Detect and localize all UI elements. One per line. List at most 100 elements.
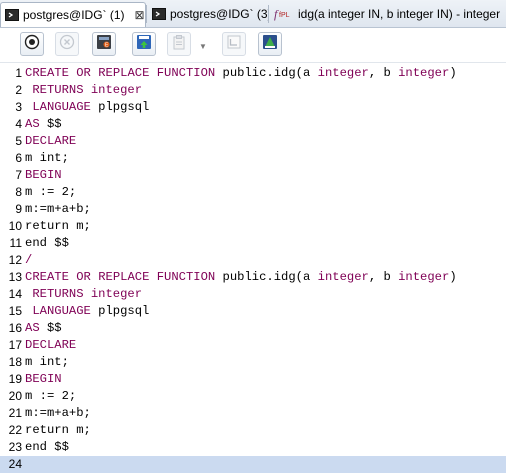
code-text: BEGIN [25,167,62,184]
line-number: 21 [8,406,22,420]
code-line[interactable]: 12/ [0,252,506,269]
code-token: public.idg(a [215,270,318,284]
sql-editor-toolbar: E ▼ [0,28,506,63]
code-text: m:=m+a+b; [25,201,91,218]
code-token: public.idg(a [215,66,318,80]
keyword-token: integer [317,66,369,80]
code-token: ) [449,270,457,284]
format-icon [226,34,242,55]
code-line[interactable]: 16 AS $$ [0,320,506,337]
code-line[interactable]: 8m := 2; [0,184,506,201]
tab-separator [268,5,269,23]
code-line[interactable]: 22 return m; [0,422,506,439]
line-number: 9 [15,202,22,216]
tab-postgres-idg-1[interactable]: postgres@IDG` (1) ⊠ [0,2,146,27]
keyword-token: CREATE [25,66,69,80]
line-number: 13 [8,270,22,284]
code-text: RETURNS integer [25,286,142,303]
code-line[interactable]: 18 m int; [0,354,506,371]
code-line[interactable]: 19 BEGIN [0,371,506,388]
code-text: AS $$ [25,320,62,337]
code-line[interactable]: 4 AS $$ [0,116,506,133]
code-line[interactable]: 1 CREATE OR REPLACE FUNCTION public.idg(a… [0,65,506,82]
code-token: return m; [25,219,91,233]
line-number: 3 [15,100,22,114]
keyword-token: BEGIN [25,168,62,182]
line-number: 24 [8,457,22,471]
tab-function-idg[interactable]: f fPL idg(a integer IN, b integer IN) - … [270,2,506,26]
keyword-token: OR [76,66,91,80]
code-token: end $$ [25,440,69,454]
code-line[interactable]: 15 LANGUAGE plpgsql [0,303,506,320]
code-line[interactable]: 24 [0,456,506,473]
keyword-token: DECLARE [25,338,77,352]
line-number: 15 [8,304,22,318]
code-line[interactable]: 6m int; [0,150,506,167]
keyword-token: BEGIN [25,372,62,386]
line-number: 11 [9,236,22,250]
execute-button[interactable] [20,32,44,56]
format-button[interactable] [222,32,246,56]
code-text: CREATE OR REPLACE FUNCTION public.idg(a … [25,269,457,286]
clipboard-icon [171,34,187,55]
code-text: / [25,252,32,269]
code-text: m := 2; [25,184,76,201]
code-line[interactable]: 17 DECLARE [0,337,506,354]
code-text: DECLARE [25,133,76,150]
keyword-token: CREATE [25,270,69,284]
tab-label: postgres@IDG` (1) [23,8,125,22]
explain-plan-button[interactable]: E [92,32,116,56]
code-line[interactable]: 11 end $$ [0,235,506,252]
code-token: m int; [25,151,69,165]
keyword-token: REPLACE [98,270,150,284]
explain-plan-icon: E [96,34,112,55]
keyword-token: integer [90,287,143,301]
sql-code-editor[interactable]: 1 CREATE OR REPLACE FUNCTION public.idg(a… [0,63,506,473]
code-text: BEGIN [25,371,62,388]
keyword-token: integer [398,270,450,284]
code-line[interactable]: 21 m:=m+a+b; [0,405,506,422]
clipboard-dropdown-icon[interactable]: ▼ [199,42,207,51]
commit-button[interactable] [132,32,156,56]
keyword-token: LANGUAGE [32,304,91,318]
cancel-button[interactable] [55,32,79,56]
code-line[interactable]: 20 m := 2; [0,388,506,405]
keyword-token: RETURNS [32,83,84,97]
code-line[interactable]: 2 RETURNS integer [0,82,506,99]
code-text: AS $$ [25,116,62,133]
sql-editor-icon [5,8,19,22]
code-line[interactable]: 14 RETURNS integer [0,286,506,303]
tab-postgres-idg-3[interactable]: postgres@IDG` (3) [148,2,268,26]
code-token: m := 2; [25,389,77,403]
code-token: , b [368,270,399,284]
line-number: 5 [15,134,22,148]
code-text: return m; [25,218,91,235]
query-builder-button[interactable] [258,32,282,56]
keyword-token: DECLARE [25,134,77,148]
code-token: end $$ [25,236,69,250]
code-line[interactable]: 23 end $$ [0,439,506,456]
close-tab-icon[interactable]: ⊠ [135,8,145,22]
line-number: 7 [15,168,22,182]
keyword-token: FUNCTION [156,66,216,80]
code-token: m:=m+a+b; [25,406,91,420]
code-line[interactable]: 7 BEGIN [0,167,506,184]
tab-label: idg(a integer IN, b integer IN) - intege… [298,7,501,21]
code-token: $$ [39,117,62,131]
code-line[interactable]: 10 return m; [0,218,506,235]
code-text: end $$ [25,439,69,456]
code-text: LANGUAGE plpgsql [25,99,149,116]
code-token: plpgsql [90,100,150,114]
keyword-token: REPLACE [98,66,150,80]
function-icon: f fPL [274,7,294,21]
keyword-token: / [25,253,33,267]
code-line[interactable]: 9 m:=m+a+b; [0,201,506,218]
code-line[interactable]: 3 LANGUAGE plpgsql [0,99,506,116]
code-text: LANGUAGE plpgsql [25,303,149,320]
line-number: 10 [8,219,22,233]
code-line[interactable]: 5 DECLARE [0,133,506,150]
code-line[interactable]: 13 CREATE OR REPLACE FUNCTION public.idg(… [0,269,506,286]
code-text: RETURNS integer [25,82,142,99]
clipboard-button[interactable] [167,32,191,56]
